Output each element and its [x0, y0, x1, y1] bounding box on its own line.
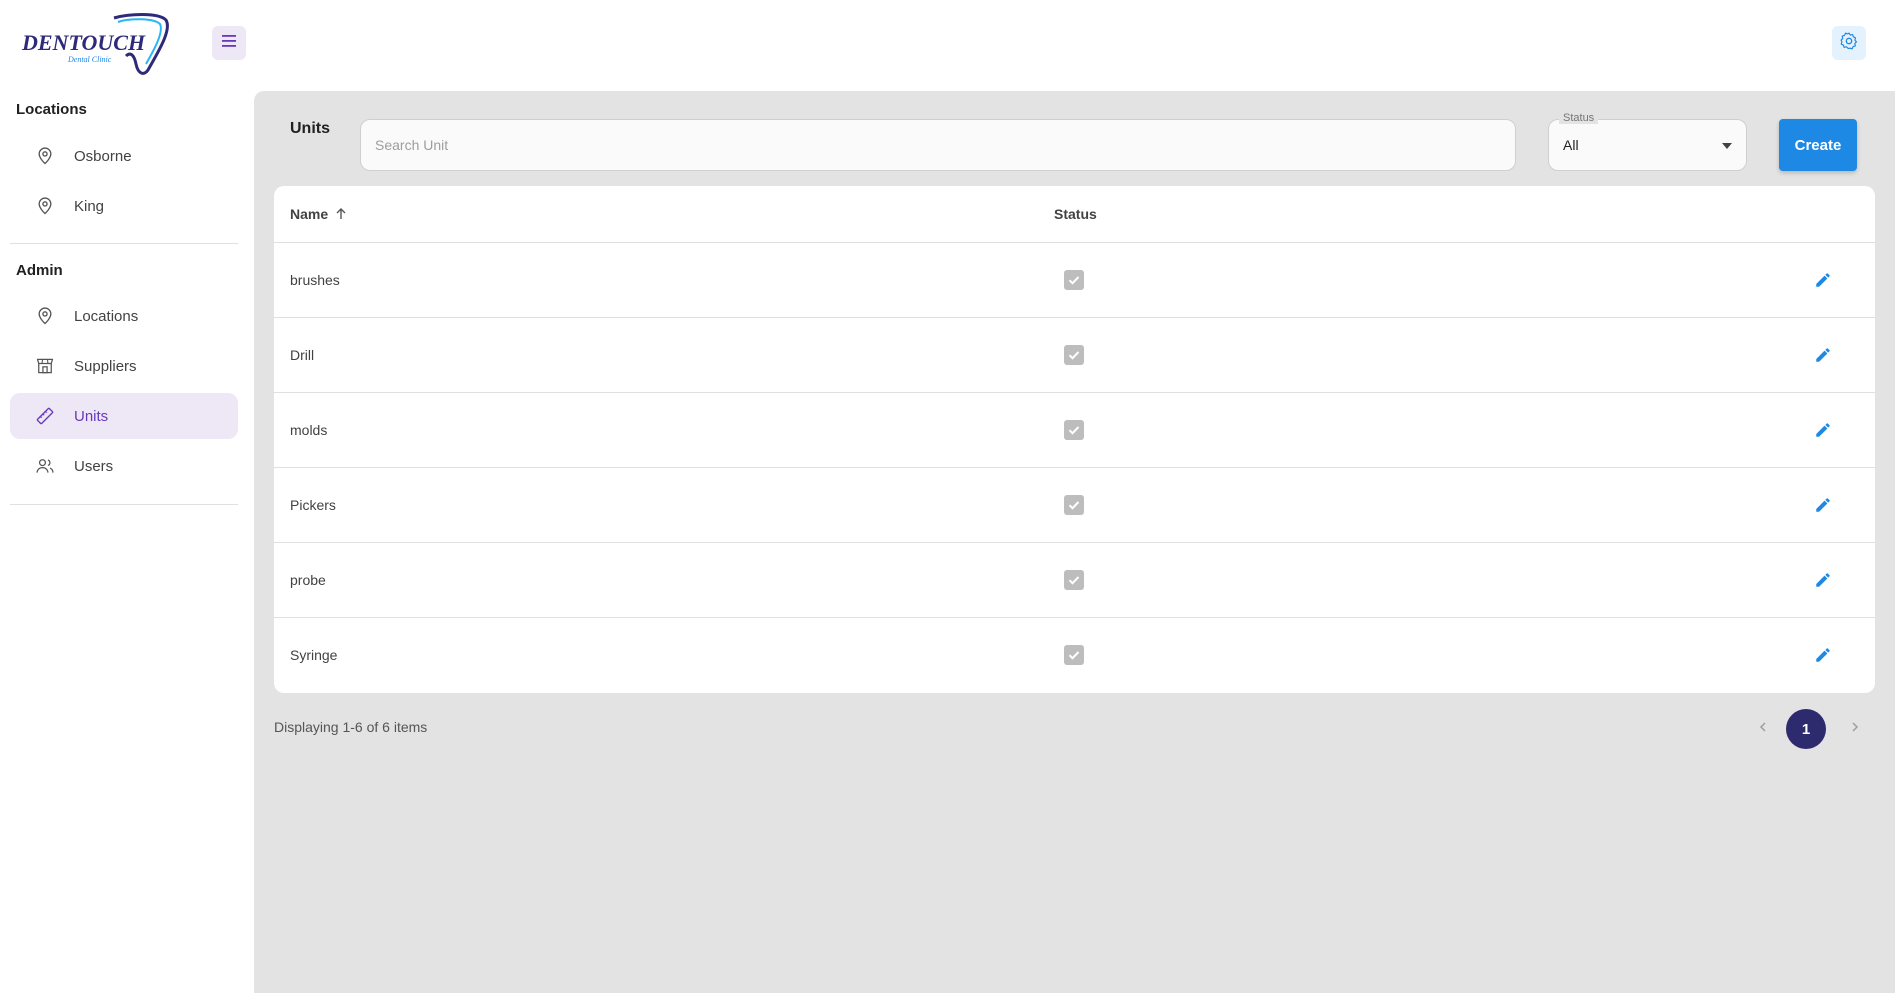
sidebar-item-suppliers[interactable]: Suppliers: [10, 343, 238, 389]
edit-button[interactable]: [1812, 494, 1834, 516]
checkmark-icon: [1068, 651, 1080, 660]
sidebar-item-king[interactable]: King: [10, 183, 238, 229]
table-row: probe: [274, 543, 1875, 618]
page-button-current[interactable]: 1: [1786, 709, 1826, 749]
gear-icon: [1839, 31, 1859, 56]
table-row: molds: [274, 393, 1875, 468]
edit-button[interactable]: [1812, 344, 1834, 366]
sidebar: Locations Osborne King Admin Locations S…: [0, 91, 254, 993]
status-filter-select[interactable]: Status All: [1548, 112, 1747, 171]
table-row: Pickers: [274, 468, 1875, 543]
unit-name: Pickers: [290, 497, 336, 513]
svg-text:DENTOUCH: DENTOUCH: [21, 30, 146, 55]
sidebar-item-units[interactable]: Units: [10, 393, 238, 439]
checkmark-icon: [1068, 501, 1080, 510]
search-input[interactable]: [361, 120, 1515, 170]
map-pin-icon: [34, 145, 56, 167]
chevron-right-icon: [1849, 720, 1861, 738]
chevron-left-icon: [1757, 720, 1769, 738]
edit-button[interactable]: [1812, 269, 1834, 291]
sidebar-item-users[interactable]: Users: [10, 443, 238, 489]
previous-page-button[interactable]: [1751, 717, 1775, 741]
pencil-icon: [1816, 498, 1830, 512]
sidebar-item-label: Locations: [74, 307, 139, 325]
pencil-icon: [1816, 348, 1830, 362]
status-checkbox: [1064, 420, 1084, 440]
pencil-icon: [1816, 648, 1830, 662]
pencil-icon: [1816, 273, 1830, 287]
sidebar-heading-admin: Admin: [16, 262, 63, 279]
status-filter-value: All: [1563, 137, 1579, 153]
sidebar-item-label: Units: [74, 407, 109, 425]
sidebar-heading-locations: Locations: [16, 101, 87, 118]
table-row: Syringe: [274, 618, 1875, 693]
sidebar-item-label: Users: [74, 457, 114, 475]
sidebar-item-label: Osborne: [74, 147, 132, 165]
caret-down-icon: [1722, 143, 1732, 149]
status-checkbox: [1064, 570, 1084, 590]
users-icon: [34, 455, 56, 477]
create-button[interactable]: Create: [1779, 119, 1857, 171]
unit-name: Drill: [290, 347, 315, 363]
table-row: Drill: [274, 318, 1875, 393]
table-header: Name Status: [274, 186, 1875, 243]
column-header-label: Name: [290, 206, 329, 222]
units-table: Name Status brushes Drill molds Pickers prob…: [274, 186, 1875, 693]
page-title: Units: [290, 120, 330, 137]
top-bar: DENTOUCH Dental Clinic: [0, 0, 1895, 91]
hamburger-menu-icon: [221, 34, 237, 53]
sidebar-divider: [10, 504, 238, 505]
status-checkbox: [1064, 495, 1084, 515]
map-pin-icon: [34, 305, 56, 327]
arrow-up-icon: [334, 207, 348, 221]
edit-button[interactable]: [1812, 419, 1834, 441]
sidebar-item-locations[interactable]: Locations: [10, 293, 238, 339]
edit-button[interactable]: [1812, 644, 1834, 666]
svg-text:Dental Clinic: Dental Clinic: [67, 55, 112, 64]
status-checkbox: [1064, 270, 1084, 290]
menu-toggle-button[interactable]: [212, 26, 246, 60]
unit-name: Syringe: [290, 647, 338, 663]
ruler-icon: [34, 405, 56, 427]
main-content: Units Status All Create Name Status brus…: [254, 91, 1895, 993]
sidebar-item-label: Suppliers: [74, 357, 137, 375]
storefront-icon: [34, 355, 56, 377]
pagination-summary: Displaying 1-6 of 6 items: [274, 719, 428, 735]
unit-name: molds: [290, 422, 328, 438]
sidebar-item-osborne[interactable]: Osborne: [10, 133, 238, 179]
column-header-name[interactable]: Name: [290, 206, 348, 222]
sidebar-divider: [10, 243, 238, 244]
checkmark-icon: [1068, 351, 1080, 360]
search-box: [360, 119, 1516, 171]
column-header-status: Status: [1054, 206, 1097, 222]
map-pin-icon: [34, 195, 56, 217]
next-page-button[interactable]: [1843, 717, 1867, 741]
pencil-icon: [1816, 573, 1830, 587]
checkmark-icon: [1068, 576, 1080, 585]
unit-name: brushes: [290, 272, 340, 288]
status-checkbox: [1064, 345, 1084, 365]
sidebar-item-label: King: [74, 197, 105, 215]
dentouch-logo[interactable]: DENTOUCH Dental Clinic: [18, 12, 170, 76]
checkmark-icon: [1068, 426, 1080, 435]
status-filter-label: Status: [1559, 112, 1599, 124]
unit-name: probe: [290, 572, 326, 588]
status-checkbox: [1064, 645, 1084, 665]
checkmark-icon: [1068, 276, 1080, 285]
settings-button[interactable]: [1832, 26, 1866, 60]
pencil-icon: [1816, 423, 1830, 437]
edit-button[interactable]: [1812, 569, 1834, 591]
table-row: brushes: [274, 243, 1875, 318]
